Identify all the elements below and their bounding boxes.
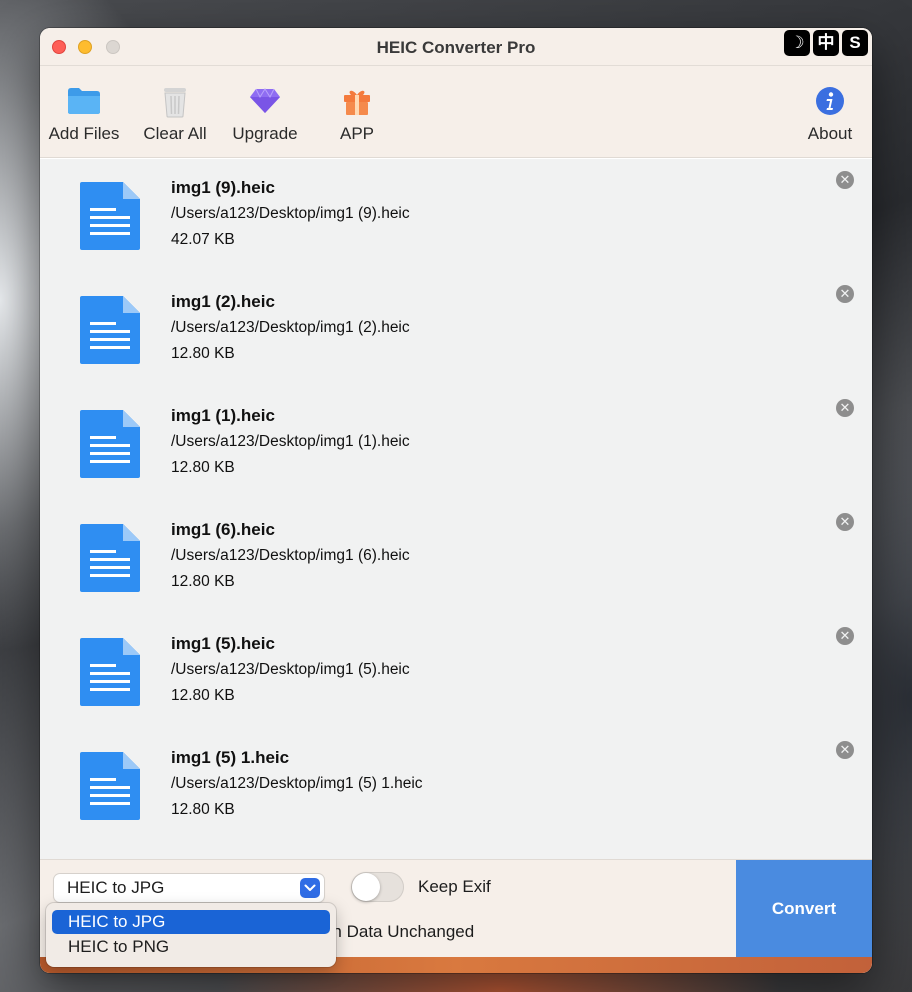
list-item[interactable]: img1 (2).heic /Users/a123/Desktop/img1 (… bbox=[40, 273, 872, 387]
file-path: /Users/a123/Desktop/img1 (9).heic bbox=[171, 205, 410, 222]
format-dropdown-menu: HEIC to JPG HEIC to PNG bbox=[46, 903, 336, 967]
document-icon bbox=[80, 524, 140, 592]
keep-exif-toggle[interactable] bbox=[351, 872, 404, 902]
clear-all-button[interactable]: Clear All bbox=[140, 66, 210, 158]
dropdown-option-heic-to-jpg[interactable]: HEIC to JPG bbox=[52, 910, 330, 934]
list-item[interactable]: img1 (6).heic /Users/a123/Desktop/img1 (… bbox=[40, 501, 872, 615]
file-size: 42.07 KB bbox=[171, 231, 235, 248]
remove-file-button[interactable]: ✕ bbox=[836, 171, 854, 189]
info-icon bbox=[815, 84, 845, 118]
file-path: /Users/a123/Desktop/img1 (1).heic bbox=[171, 433, 410, 450]
sogou-icon: S bbox=[842, 30, 868, 56]
app-label: APP bbox=[339, 124, 375, 143]
app-button[interactable]: APP bbox=[322, 66, 392, 158]
folder-icon bbox=[67, 84, 101, 118]
remove-file-button[interactable]: ✕ bbox=[836, 285, 854, 303]
window-title: HEIC Converter Pro bbox=[376, 38, 536, 57]
convert-button[interactable]: Convert bbox=[736, 860, 872, 958]
file-name: img1 (9).heic bbox=[171, 178, 275, 197]
file-path: /Users/a123/Desktop/img1 (5) 1.heic bbox=[171, 775, 423, 792]
toggle-knob bbox=[352, 873, 380, 901]
list-item[interactable]: img1 (5) 1.heic /Users/a123/Desktop/img1… bbox=[40, 729, 872, 843]
format-select[interactable]: HEIC to JPG bbox=[54, 874, 324, 902]
list-item[interactable]: img1 (5).heic /Users/a123/Desktop/img1 (… bbox=[40, 615, 872, 729]
file-size: 12.80 KB bbox=[171, 573, 235, 590]
diamond-icon bbox=[249, 84, 281, 118]
file-name: img1 (5).heic bbox=[171, 634, 275, 653]
file-size: 12.80 KB bbox=[171, 345, 235, 362]
document-icon bbox=[80, 410, 140, 478]
file-size: 12.80 KB bbox=[171, 801, 235, 818]
remove-file-button[interactable]: ✕ bbox=[836, 627, 854, 645]
document-icon bbox=[80, 296, 140, 364]
file-name: img1 (6).heic bbox=[171, 520, 275, 539]
gift-icon bbox=[342, 84, 372, 118]
remove-file-button[interactable]: ✕ bbox=[836, 399, 854, 417]
remove-file-button[interactable]: ✕ bbox=[836, 741, 854, 759]
format-select-value: HEIC to JPG bbox=[67, 878, 165, 897]
file-list[interactable]: img1 (9).heic /Users/a123/Desktop/img1 (… bbox=[40, 159, 872, 859]
add-files-label: Add Files bbox=[48, 124, 120, 143]
add-files-button[interactable]: Add Files bbox=[49, 66, 119, 158]
file-size: 12.80 KB bbox=[171, 459, 235, 476]
toolbar: Add Files Clear All Upgrade APP About bbox=[40, 66, 872, 158]
list-item[interactable]: img1 (1).heic /Users/a123/Desktop/img1 (… bbox=[40, 387, 872, 501]
about-label: About bbox=[807, 124, 853, 143]
file-name: img1 (1).heic bbox=[171, 406, 275, 425]
title-bar: HEIC Converter Pro ☽ 中 S bbox=[40, 28, 872, 66]
app-window: HEIC Converter Pro ☽ 中 S Add Files Clear… bbox=[40, 28, 872, 973]
file-path: /Users/a123/Desktop/img1 (2).heic bbox=[171, 319, 410, 336]
trash-icon bbox=[161, 84, 189, 118]
convert-label: Convert bbox=[771, 899, 837, 918]
input-method-indicator[interactable]: ☽ 中 S bbox=[784, 30, 868, 56]
document-icon bbox=[80, 638, 140, 706]
clear-all-label: Clear All bbox=[143, 124, 207, 143]
about-button[interactable]: About bbox=[795, 66, 865, 158]
moon-icon: ☽ bbox=[784, 30, 810, 56]
dropdown-option-heic-to-png[interactable]: HEIC to PNG bbox=[52, 935, 330, 959]
chevron-down-icon bbox=[300, 878, 320, 898]
keep-exif-label: Keep Exif bbox=[418, 877, 491, 896]
upgrade-label: Upgrade bbox=[232, 124, 298, 143]
remove-file-button[interactable]: ✕ bbox=[836, 513, 854, 531]
file-path: /Users/a123/Desktop/img1 (5).heic bbox=[171, 661, 410, 678]
list-item[interactable]: img1 (9).heic /Users/a123/Desktop/img1 (… bbox=[40, 159, 872, 273]
chinese-input-icon: 中 bbox=[813, 30, 839, 56]
document-icon bbox=[80, 182, 140, 250]
upgrade-button[interactable]: Upgrade bbox=[230, 66, 300, 158]
file-name: img1 (5) 1.heic bbox=[171, 748, 290, 767]
file-path: /Users/a123/Desktop/img1 (6).heic bbox=[171, 547, 410, 564]
file-size: 12.80 KB bbox=[171, 687, 235, 704]
file-name: img1 (2).heic bbox=[171, 292, 275, 311]
document-icon bbox=[80, 752, 140, 820]
